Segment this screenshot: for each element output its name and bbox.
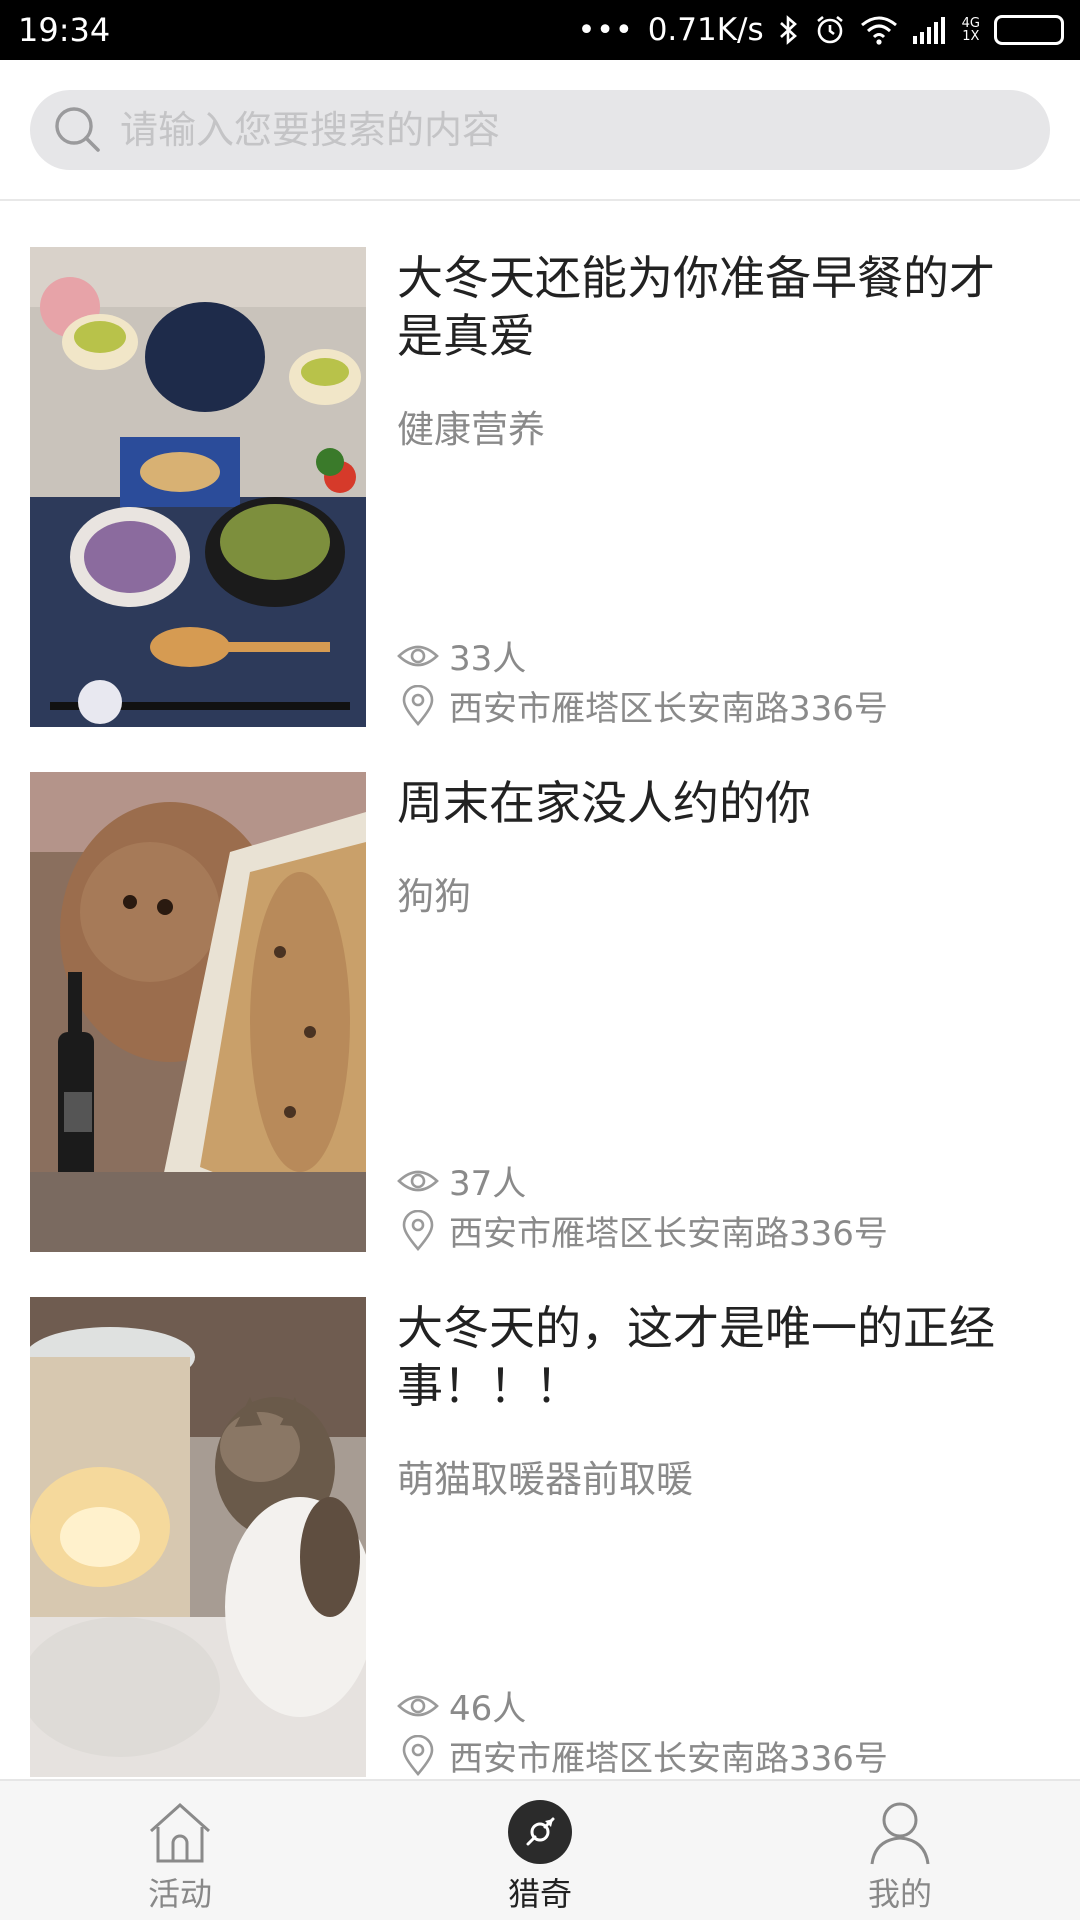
network-type-bottom: 1X (962, 29, 980, 44)
item-category: 狗狗 (397, 875, 471, 918)
eye-icon (397, 645, 439, 666)
status-bar: 19:34 ••• 0.71K/s 4G 1X (0, 0, 1080, 60)
tab-label: 我的 (867, 1875, 932, 1913)
item-address-text: 西安市雁塔区长安南路336号 (449, 689, 888, 729)
activity-list: 大冬天还能为你准备早餐的才是真爱 健康营养 33人 西安市雁塔区长安南路336号 (0, 203, 1080, 1777)
item-title: 周末在家没人约的你 (397, 776, 811, 830)
bottom-tab-bar: 活动 猎奇 我的 (0, 1779, 1080, 1920)
battery-icon (994, 15, 1064, 45)
item-views-count: 33人 (449, 639, 527, 679)
list-item[interactable]: 大冬天的，这才是唯一的正经事！！！ 萌猫取暖器前取暖 46人 西安市雁塔区长安南… (0, 1297, 1080, 1777)
eye-icon (397, 1695, 439, 1716)
search-box[interactable] (30, 90, 1050, 170)
bluetooth-icon (778, 14, 800, 46)
location-pin-icon (402, 1209, 434, 1251)
search-area (0, 60, 1080, 201)
tab-activity[interactable]: 活动 (0, 1781, 360, 1920)
item-views: 46人 (397, 1681, 526, 1730)
compass-icon (502, 1797, 578, 1867)
item-address: 西安市雁塔区长安南路336号 (397, 1731, 888, 1777)
cat-by-heater-photo (30, 1297, 366, 1777)
network-speed: 0.71K/s (647, 12, 764, 48)
list-item[interactable]: 大冬天还能为你准备早餐的才是真爱 健康营养 33人 西安市雁塔区长安南路336号 (0, 247, 1080, 730)
item-address: 西安市雁塔区长安南路336号 (397, 681, 888, 730)
tab-label: 活动 (147, 1875, 212, 1913)
network-type: 4G 1X (962, 17, 980, 43)
item-address: 西安市雁塔区长安南路336号 (397, 1206, 888, 1255)
item-address-text: 西安市雁塔区长安南路336号 (449, 1214, 888, 1254)
user-icon (862, 1797, 938, 1867)
location-pin-icon (402, 1734, 434, 1776)
item-category: 健康营养 (397, 408, 545, 451)
breakfast-table-photo (30, 247, 366, 727)
dog-with-pizza-photo (30, 772, 366, 1252)
more-dots-icon: ••• (577, 12, 634, 48)
search-icon (55, 107, 100, 152)
item-views: 37人 (397, 1156, 526, 1205)
item-views-count: 46人 (449, 1689, 527, 1729)
item-title: 大冬天还能为你准备早餐的才是真爱 (397, 251, 995, 363)
tab-discover[interactable]: 猎奇 (360, 1781, 720, 1920)
location-pin-icon (402, 684, 434, 726)
signal-icon (912, 16, 948, 44)
list-item[interactable]: 周末在家没人约的你 狗狗 37人 西安市雁塔区长安南路336号 (0, 772, 1080, 1255)
search-input[interactable] (120, 108, 1020, 152)
item-address-text: 西安市雁塔区长安南路336号 (449, 1739, 888, 1777)
wifi-icon (860, 15, 898, 45)
home-icon (142, 1797, 218, 1867)
eye-icon (397, 1170, 439, 1191)
tab-label: 猎奇 (507, 1875, 572, 1913)
item-views-count: 37人 (449, 1164, 527, 1204)
item-category: 萌猫取暖器前取暖 (397, 1458, 693, 1501)
alarm-icon (814, 14, 846, 46)
item-title: 大冬天的，这才是唯一的正经事！！！ (397, 1301, 995, 1413)
item-views: 33人 (397, 631, 526, 680)
tab-mine[interactable]: 我的 (720, 1781, 1080, 1920)
status-time: 19:34 (18, 11, 111, 49)
status-icons: ••• 0.71K/s 4G 1X (578, 12, 1064, 48)
